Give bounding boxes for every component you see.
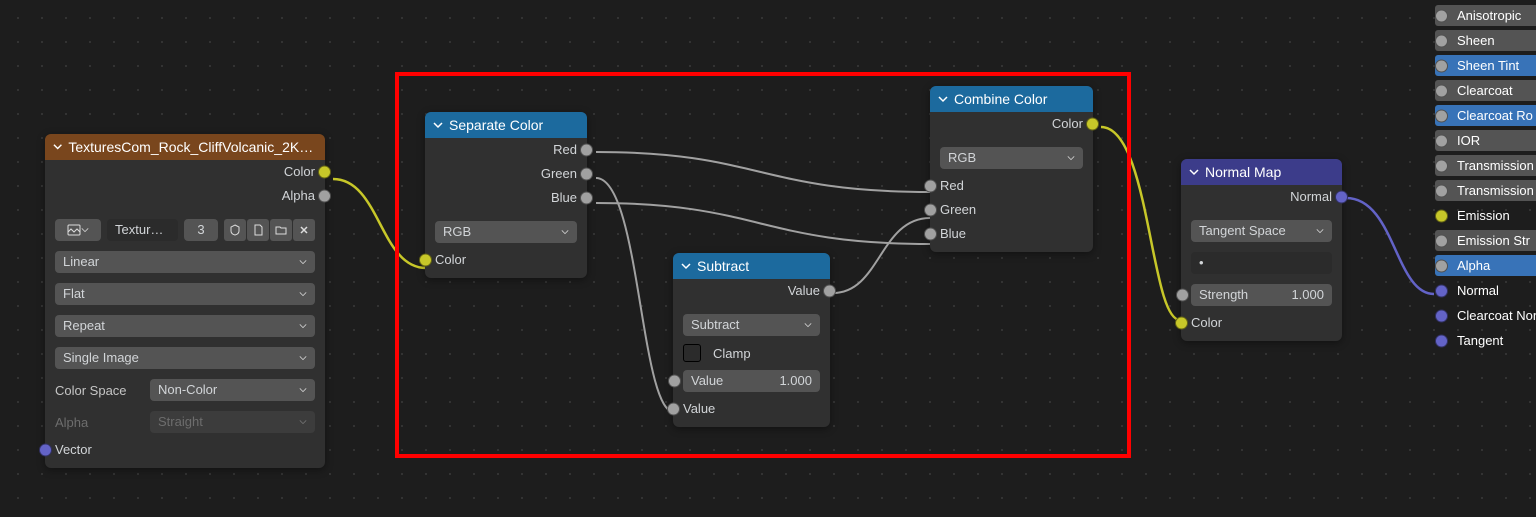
input-vector[interactable]: Vector — [45, 438, 325, 462]
chevron-down-icon — [53, 142, 62, 152]
close-icon — [299, 225, 309, 235]
image-browser-row[interactable]: TexturesCo... 3 — [45, 214, 325, 246]
mode-select[interactable]: RGB — [940, 147, 1083, 169]
projection-select[interactable]: Flat — [55, 283, 315, 305]
node-title: TexturesCom_Rock_CliffVolcanic_2K_no... — [68, 134, 317, 160]
chevron-down-icon — [299, 418, 307, 426]
node-header[interactable]: TexturesCom_Rock_CliffVolcanic_2K_no... — [45, 134, 325, 160]
source-select[interactable]: Single Image — [55, 347, 315, 369]
chevron-down-icon — [299, 322, 307, 330]
chevron-down-icon — [561, 228, 569, 236]
node-title: Subtract — [697, 253, 749, 279]
output-blue[interactable]: Blue — [425, 186, 587, 210]
node-header[interactable]: Separate Color — [425, 112, 587, 138]
combine-color-node[interactable]: Combine Color Color RGB Red Green Blue — [930, 86, 1093, 252]
users-count[interactable]: 3 — [184, 219, 218, 241]
chevron-down-icon — [81, 226, 89, 234]
alpha-mode-label: Alpha — [55, 415, 140, 430]
chevron-down-icon — [299, 354, 307, 362]
picture-icon — [67, 223, 81, 237]
space-select[interactable]: Tangent Space — [1191, 220, 1332, 242]
node-header[interactable]: Subtract — [673, 253, 830, 279]
input-anisotropic[interactable]: Anisotropic — [1435, 5, 1536, 26]
shield-icon — [229, 224, 241, 236]
mode-select[interactable]: RGB — [435, 221, 577, 243]
clamp-checkbox[interactable]: Clamp — [673, 341, 830, 365]
chevron-down-icon — [299, 290, 307, 298]
input-sheen[interactable]: Sheen — [1435, 30, 1536, 51]
chevron-down-icon — [938, 94, 948, 104]
colorspace-label: Color Space — [55, 383, 140, 398]
input-transmission[interactable]: Transmission — [1435, 155, 1536, 176]
chevron-down-icon — [299, 386, 307, 394]
new-image-button[interactable] — [247, 219, 269, 241]
math-subtract-node[interactable]: Subtract Value Subtract Clamp Value1.000… — [673, 253, 830, 427]
node-title: Combine Color — [954, 86, 1047, 112]
output-color[interactable]: Color — [45, 160, 325, 184]
extension-select[interactable]: Repeat — [55, 315, 315, 337]
input-color[interactable]: Color — [1181, 311, 1342, 335]
input-clearcoat-normal[interactable]: Clearcoat Norm — [1435, 305, 1536, 326]
input-green[interactable]: Green — [930, 198, 1093, 222]
input-transmission-roughness[interactable]: Transmission — [1435, 180, 1536, 201]
chevron-down-icon — [1189, 167, 1199, 177]
input-blue[interactable]: Blue — [930, 222, 1093, 246]
node-title: Normal Map — [1205, 159, 1281, 185]
folder-icon — [275, 224, 287, 236]
file-icon — [252, 224, 264, 236]
input-tangent[interactable]: Tangent — [1435, 330, 1536, 351]
chevron-down-icon — [804, 321, 812, 329]
value-a-field[interactable]: Value1.000 — [683, 370, 820, 392]
shader-input-list: Anisotropic Sheen Sheen Tint Clearcoat C… — [1435, 5, 1536, 351]
node-title: Separate Color — [449, 112, 543, 138]
alpha-mode-select[interactable]: Straight — [150, 411, 315, 433]
strength-field[interactable]: Strength1.000 — [1191, 284, 1332, 306]
input-normal[interactable]: Normal — [1435, 280, 1536, 301]
fake-user-button[interactable] — [224, 219, 246, 241]
image-texture-node[interactable]: TexturesCom_Rock_CliffVolcanic_2K_no... … — [45, 134, 325, 468]
input-red[interactable]: Red — [930, 174, 1093, 198]
normal-map-node[interactable]: Normal Map Normal Tangent Space • Streng… — [1181, 159, 1342, 341]
output-value[interactable]: Value — [673, 279, 830, 303]
chevron-down-icon — [299, 258, 307, 266]
input-sheen-tint[interactable]: Sheen Tint — [1435, 55, 1536, 76]
interpolation-select[interactable]: Linear — [55, 251, 315, 273]
chevron-down-icon — [433, 120, 443, 130]
output-alpha[interactable]: Alpha — [45, 184, 325, 208]
input-emission-strength[interactable]: Emission Str — [1435, 230, 1536, 251]
unlink-button[interactable] — [293, 219, 315, 241]
output-red[interactable]: Red — [425, 138, 587, 162]
node-header[interactable]: Normal Map — [1181, 159, 1342, 185]
input-ior[interactable]: IOR — [1435, 130, 1536, 151]
node-header[interactable]: Combine Color — [930, 86, 1093, 112]
separate-color-node[interactable]: Separate Color Red Green Blue RGB Color — [425, 112, 587, 278]
open-image-button[interactable] — [270, 219, 292, 241]
input-emission[interactable]: Emission — [1435, 205, 1536, 226]
output-green[interactable]: Green — [425, 162, 587, 186]
input-alpha[interactable]: Alpha — [1435, 255, 1536, 276]
checkbox-icon — [683, 344, 701, 362]
output-color[interactable]: Color — [930, 112, 1093, 136]
input-color[interactable]: Color — [425, 248, 587, 272]
input-clearcoat-roughness[interactable]: Clearcoat Ro — [1435, 105, 1536, 126]
chevron-down-icon — [1067, 154, 1075, 162]
colorspace-select[interactable]: Non-Color — [150, 379, 315, 401]
output-normal[interactable]: Normal — [1181, 185, 1342, 209]
operation-select[interactable]: Subtract — [683, 314, 820, 336]
input-clearcoat[interactable]: Clearcoat — [1435, 80, 1536, 101]
image-type-icon[interactable] — [55, 219, 101, 241]
chevron-down-icon — [1316, 227, 1324, 235]
image-name-field[interactable]: TexturesCo... — [107, 219, 178, 241]
chevron-down-icon — [681, 261, 691, 271]
input-value-b[interactable]: Value — [673, 397, 830, 421]
uvmap-field[interactable]: • — [1191, 252, 1332, 274]
